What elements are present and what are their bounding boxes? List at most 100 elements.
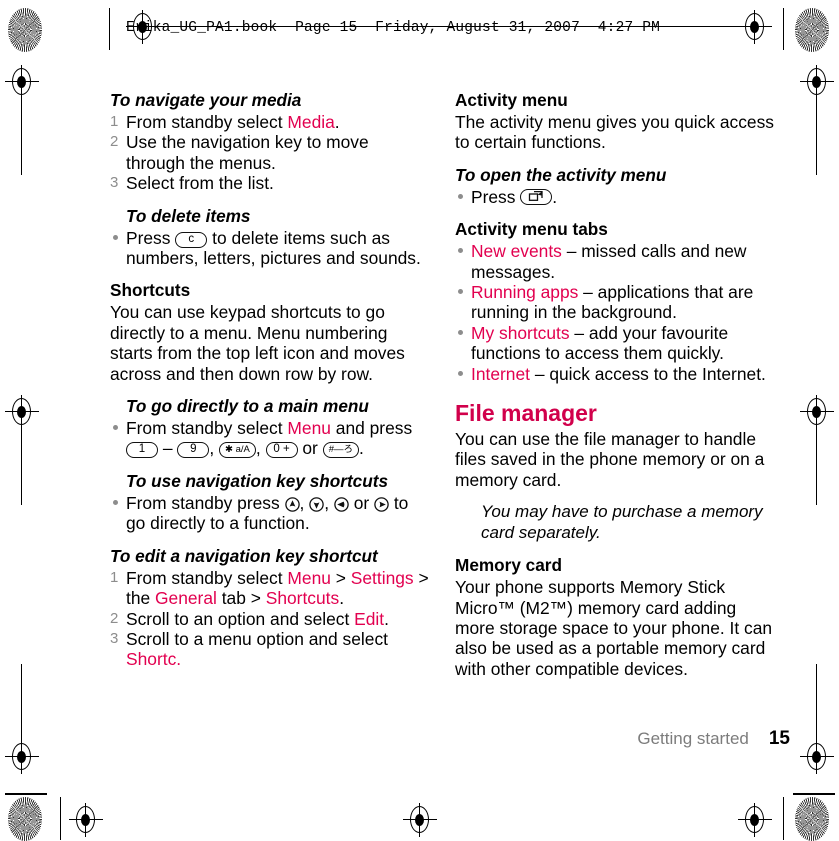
list-item: My shortcuts – add your favourite functi… xyxy=(455,323,780,364)
ui-term-shortc: Shortc. xyxy=(126,649,182,670)
note-text: You may have to purchase a memory card s… xyxy=(481,502,763,542)
key-9-icon: 9 xyxy=(177,442,210,459)
bullet-dot-icon xyxy=(458,329,463,335)
registration-mark-bottom-center xyxy=(403,803,437,837)
heading-activity-menu-tabs: Activity menu tabs xyxy=(455,219,608,240)
ui-term-new-events: New events xyxy=(471,241,562,262)
registration-mark-right-upper xyxy=(800,65,834,175)
list-item: From standby press , , or to go directly… xyxy=(110,493,430,534)
list-main-menu: From standby select Menu and press 1 – 9… xyxy=(110,418,430,459)
list-item: Internet – quick access to the Internet. xyxy=(455,364,780,384)
list-item: 1 From standby select Media. xyxy=(110,112,430,132)
star-target-mark-top-right xyxy=(795,8,829,52)
heading-activity-menu: Activity menu xyxy=(455,90,568,110)
star-target-mark-bottom-right xyxy=(795,797,829,841)
list-item: From standby select Menu and press 1 – 9… xyxy=(110,418,430,459)
footer-divider-left xyxy=(60,797,61,840)
bullet-dot-icon xyxy=(113,499,118,505)
registration-mark-right-lower xyxy=(800,664,834,774)
bullet-dot-icon xyxy=(458,193,463,199)
separator: , xyxy=(299,492,310,513)
step-text-end: . xyxy=(334,112,340,132)
list-item: New events – missed calls and new messag… xyxy=(455,241,780,282)
bullet-text: Press xyxy=(126,227,176,248)
list-item: 2 Scroll to an option and select Edit. xyxy=(110,609,430,629)
paragraph-shortcuts: You can use keypad shortcuts to go direc… xyxy=(110,302,405,384)
sentence-end: . xyxy=(339,588,345,609)
heading-to-navigate-your-media: To navigate your media xyxy=(110,90,302,110)
bullet-text: – quick access to the Internet. xyxy=(529,363,766,384)
key-0-icon: 0 + xyxy=(265,442,298,459)
activity-menu-key-icon xyxy=(520,188,553,205)
step-text: From standby select xyxy=(126,567,288,588)
list-item: Press . xyxy=(455,187,780,207)
key-1-icon: 1 xyxy=(126,442,158,459)
or-word: or xyxy=(297,438,323,459)
ui-term-internet: Internet xyxy=(471,363,530,384)
step-number: 1 xyxy=(110,113,119,130)
ui-term-edit: Edit xyxy=(354,608,385,629)
ui-term-menu: Menu xyxy=(287,418,331,439)
list-item: 1 From standby select Menu > Settings > t… xyxy=(110,568,430,609)
registration-mark-bottom-right xyxy=(738,803,772,837)
heading-memory-card: Memory card xyxy=(455,555,562,576)
ui-term-general: General xyxy=(155,588,217,609)
star-target-mark-bottom-left xyxy=(8,797,42,841)
footer-tick-right xyxy=(793,793,835,795)
bullet-text: From standby press xyxy=(126,492,285,513)
ui-term-media: Media xyxy=(287,112,335,132)
separator: , xyxy=(255,438,266,459)
footer-divider-right xyxy=(783,797,784,840)
navigation-key-right-icon xyxy=(374,496,389,512)
separator: tab > xyxy=(216,588,266,609)
list-item: 3 Scroll to a menu option and select Shor… xyxy=(110,629,430,670)
book-file-header: Erika_UG_PA1.book Page 15 Friday, August… xyxy=(126,20,661,36)
step-number: 2 xyxy=(110,133,119,151)
list-item: 3 Select from the list. xyxy=(110,173,430,193)
footer-tick-left xyxy=(5,793,47,795)
navigation-key-down-icon xyxy=(309,496,324,512)
ui-term-settings: Settings xyxy=(350,567,414,588)
heading-to-open-the-activity-menu: To open the activity menu xyxy=(455,164,667,185)
list-item: Press c to delete items such as numbers,… xyxy=(110,228,430,269)
list-open-activity-menu: Press . xyxy=(455,187,780,207)
ui-term-running-apps: Running apps xyxy=(471,282,579,303)
header-divider-left xyxy=(109,8,110,50)
step-number: 3 xyxy=(110,174,119,192)
ui-term-menu: Menu xyxy=(287,567,331,588)
heading-shortcuts: Shortcuts xyxy=(110,280,191,301)
heading-to-go-directly-to-a-main-menu: To go directly to a main menu xyxy=(126,396,369,417)
paragraph-file-manager: You can use the file manager to handle f… xyxy=(455,429,765,490)
right-text-column: Activity menu The activity menu gives yo… xyxy=(455,90,780,679)
navigation-key-up-icon xyxy=(284,496,300,512)
bullet-dot-icon xyxy=(113,234,118,240)
range-dash: – xyxy=(158,438,178,459)
registration-mark-top-right xyxy=(738,10,772,44)
list-item: 2 Use the navigation key to move through … xyxy=(110,132,430,173)
heading-to-delete-items: To delete items xyxy=(126,205,251,226)
bullet-dot-icon xyxy=(458,370,463,376)
footer-chapter-name: Getting started xyxy=(637,729,749,748)
bullet-dot-icon xyxy=(458,289,463,295)
registration-mark-right-middle xyxy=(800,395,834,505)
steps-edit-nav-shortcut: 1 From standby select Menu > Settings > t… xyxy=(110,568,430,670)
key-star-icon: ✱ a/A xyxy=(219,442,256,459)
bullet-text: From standby select xyxy=(126,418,288,439)
header-divider-right xyxy=(783,8,784,50)
ui-term-shortcuts: Shortcuts xyxy=(265,588,340,609)
step-text: Use the navigation key to move through t… xyxy=(126,132,369,173)
steps-navigate-your-media: 1 From standby select Media. 2 Use the nav… xyxy=(110,112,430,194)
step-text: Select from the list. xyxy=(126,173,274,194)
footer-page-number: 15 xyxy=(768,728,790,749)
list-nav-shortcuts: From standby press , , or to go directly… xyxy=(110,493,430,534)
list-item: Running apps – applications that are run… xyxy=(455,282,780,323)
navigation-key-left-icon xyxy=(334,496,349,512)
note-memory-card-purchase: You may have to purchase a memory card s… xyxy=(455,502,780,543)
bullet-text-mid: and press xyxy=(330,418,413,439)
sentence-end: . xyxy=(552,186,558,207)
bullet-text: Press xyxy=(471,186,521,207)
registration-mark-left-upper xyxy=(5,65,39,175)
sentence-end: . xyxy=(358,438,364,459)
separator: , xyxy=(209,438,220,459)
list-activity-menu-tabs: New events – missed calls and new messag… xyxy=(455,241,780,384)
